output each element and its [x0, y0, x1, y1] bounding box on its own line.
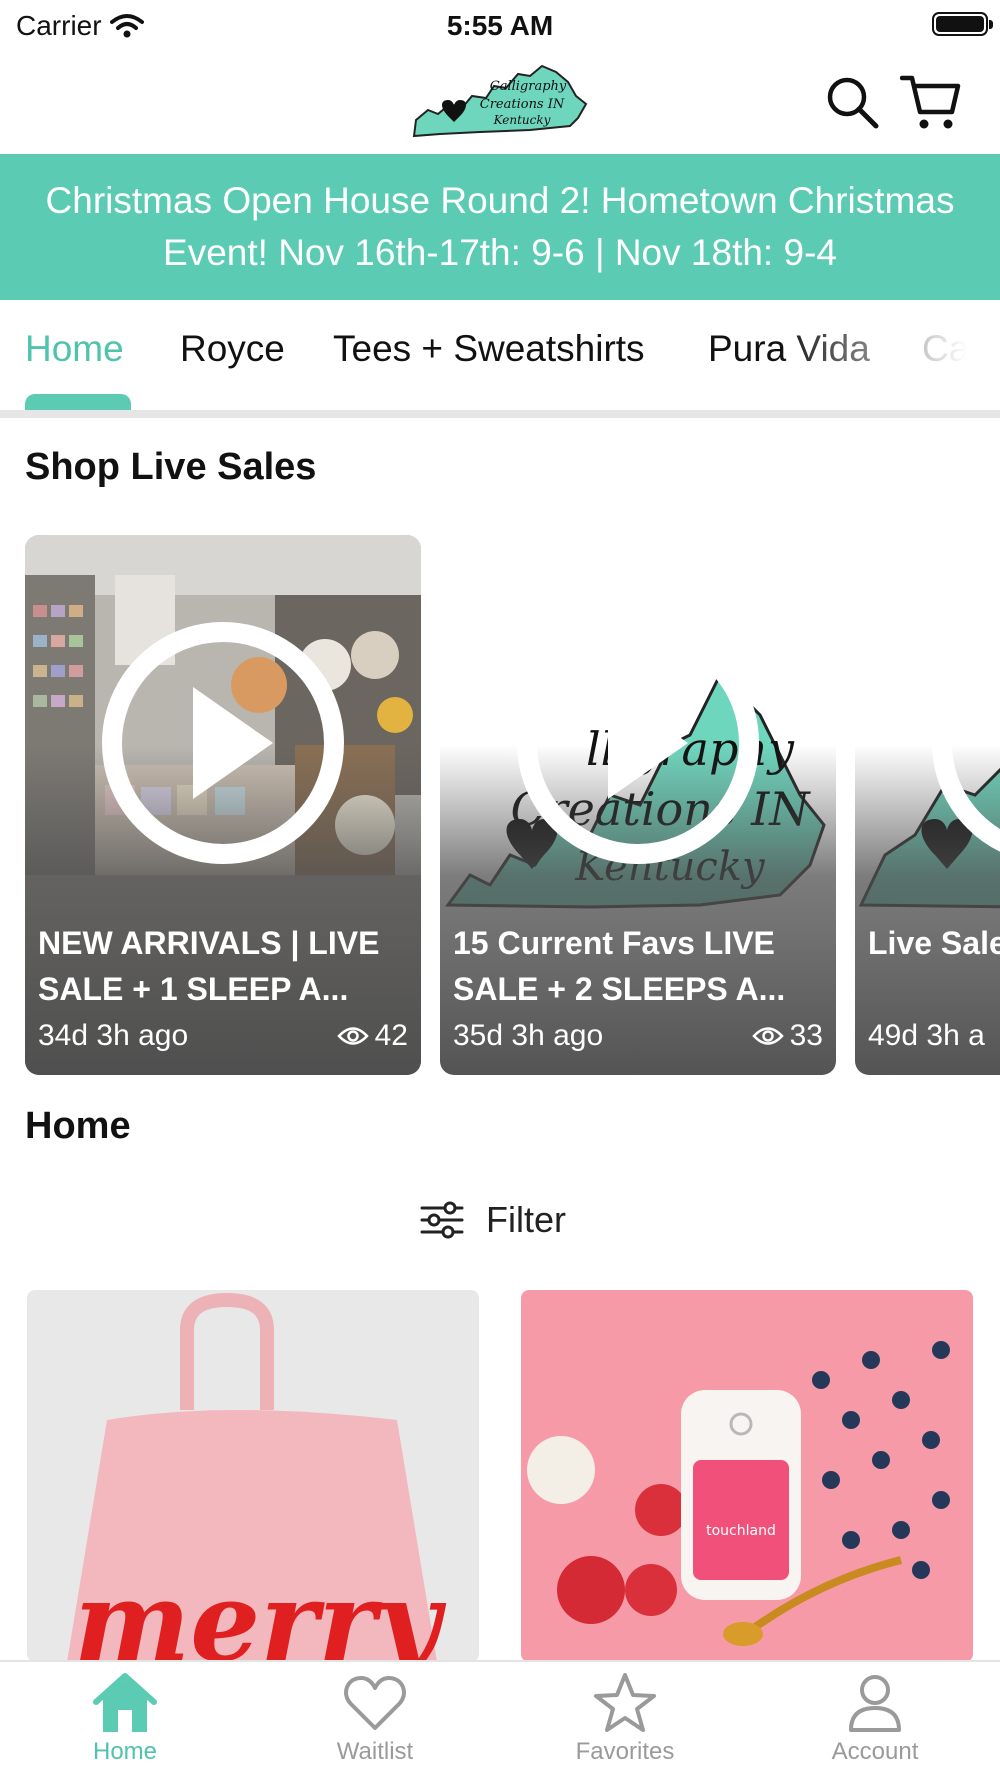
live-sale-title: 15 Current Favs LIVE SALE + 2 SLEEPS A..… [453, 925, 786, 1007]
eye-icon [336, 1027, 369, 1045]
nav-favorites[interactable]: Favorites [545, 1672, 705, 1766]
live-sale-card[interactable]: NEW ARRIVALS | LIVE SALE + 1 SLEEP A... … [25, 535, 421, 1075]
nav-home[interactable]: Home [45, 1672, 205, 1766]
heart-icon [344, 1676, 406, 1730]
nav-home-label: Home [92, 1738, 158, 1765]
filter-button[interactable]: Filter [420, 1195, 566, 1245]
search-button[interactable] [822, 72, 884, 134]
live-sale-age: 35d 3h ago [453, 1019, 604, 1052]
tote-bag-image: merry [27, 1290, 479, 1662]
battery-icon [932, 12, 993, 36]
views-count: 42 [374, 1019, 408, 1052]
status-bar: Carrier 5:55 AM [0, 0, 1000, 52]
search-icon [827, 77, 879, 129]
category-tabs: Home Royce Tees + Sweatshirts Pura Vida … [0, 300, 1000, 418]
tab-tees-sweatshirts[interactable]: Tees + Sweatshirts [333, 328, 645, 370]
tab-royce[interactable]: Royce [180, 328, 285, 370]
live-sale-card[interactable]: lligraphy Creations IN Kentucky 15 Curre… [440, 535, 836, 1075]
person-icon [849, 1675, 901, 1732]
bottom-tab-bar: Home Waitlist Favorites Account [0, 1660, 1000, 1778]
live-sale-card[interactable]: Live Sale Away Fr 49d 3h a [855, 535, 1000, 1075]
product-card[interactable]: merry [27, 1290, 479, 1662]
svg-text:Calligraphy: Calligraphy [490, 79, 567, 94]
clock: 5:55 AM [446, 10, 554, 41]
eye-icon [751, 1027, 784, 1045]
play-icon[interactable] [101, 621, 345, 865]
tab-home[interactable]: Home [25, 328, 124, 370]
nav-waitlist[interactable]: Waitlist [295, 1672, 455, 1766]
views-count: 33 [789, 1019, 823, 1052]
svg-text:Kentucky: Kentucky [493, 113, 551, 127]
star-icon [594, 1673, 656, 1732]
tab-pura-vida[interactable]: Pura Vida [708, 328, 870, 370]
product-card[interactable]: touchland [521, 1290, 973, 1662]
store-logo[interactable]: Calligraphy Creations IN Kentucky [410, 60, 590, 144]
svg-text:touchland: touchland [706, 1523, 776, 1539]
filter-icon [420, 1201, 464, 1239]
cart-button[interactable] [900, 72, 962, 134]
filter-label: Filter [486, 1199, 566, 1240]
live-sales-carousel[interactable]: NEW ARRIVALS | LIVE SALE + 1 SLEEP A... … [0, 535, 1000, 1075]
home-icon [93, 1673, 157, 1732]
svg-text:Creations IN: Creations IN [480, 97, 565, 112]
cart-icon [900, 75, 961, 129]
live-sale-age: 49d 3h a [868, 1019, 985, 1052]
svg-text:merry: merry [74, 1557, 447, 1662]
play-icon[interactable] [931, 621, 1000, 865]
nav-favorites-label: Favorites [575, 1738, 675, 1765]
announcement-text: Christmas Open House Round 2! Hometown C… [45, 180, 955, 273]
app-header: Calligraphy Creations IN Kentucky [0, 52, 1000, 154]
nav-waitlist-label: Waitlist [336, 1738, 414, 1765]
nav-account[interactable]: Account [795, 1672, 955, 1766]
live-sale-views: 42 [336, 1019, 408, 1053]
active-tab-indicator [25, 394, 131, 410]
live-sale-age: 34d 3h ago [38, 1019, 189, 1052]
tab-more[interactable]: Ca [922, 328, 969, 370]
nav-account-label: Account [831, 1738, 919, 1765]
live-sale-title: Live Sale Away Fr [868, 925, 1000, 961]
play-icon[interactable] [516, 621, 760, 865]
live-sale-views: 33 [751, 1019, 823, 1053]
live-sale-title: NEW ARRIVALS | LIVE SALE + 1 SLEEP A... [38, 925, 380, 1007]
announcement-banner[interactable]: Christmas Open House Round 2! Hometown C… [0, 154, 1000, 300]
home-section-heading: Home [25, 1105, 131, 1147]
live-sales-heading: Shop Live Sales [25, 446, 317, 488]
hand-sanitizer-image: touchland [521, 1290, 973, 1662]
